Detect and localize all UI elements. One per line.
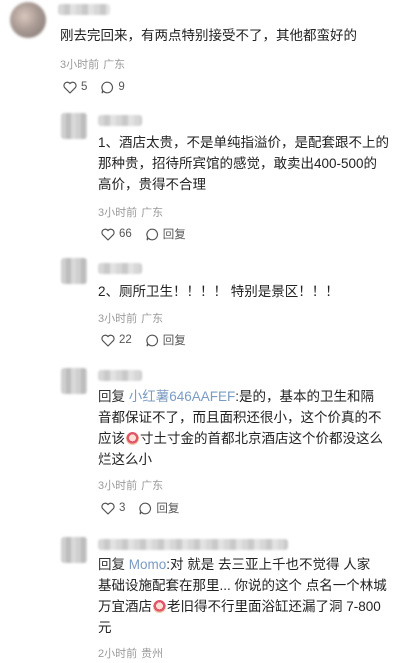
mention-link[interactable]: 小红薯646AAFEF: [129, 389, 236, 404]
reply-meta: 2小时前 贵州: [98, 648, 164, 660]
avatar[interactable]: [61, 113, 87, 139]
reply-text: 1、酒店太贵，不是单纯指溢价，是配套跟不上的 那种贵，招待所宾馆的感觉，敢卖出4…: [98, 135, 390, 192]
reply-text: 回复 Momo:对 就是 去三亚上千也不觉得 人家 基础设施配套在那里... 你…: [98, 557, 387, 635]
crying-face-emoji: [126, 432, 139, 445]
reply-actions: 66 回复: [101, 226, 200, 242]
username-blurred[interactable]: [98, 370, 142, 381]
comment-text: 刚去完回来，有两点特别接受不了，其他都蛮好的: [60, 28, 357, 43]
like-button[interactable]: 66: [101, 228, 132, 241]
heart-outline-icon: [101, 334, 115, 347]
speech-bubble-icon: [101, 81, 114, 93]
reply-button[interactable]: 回复: [139, 500, 179, 516]
username-blurred[interactable]: [98, 539, 288, 550]
avatar[interactable]: [10, 2, 46, 38]
like-button[interactable]: 5: [63, 81, 87, 94]
reply-meta: 3小时前 广东: [98, 207, 164, 219]
username-blurred[interactable]: [58, 4, 110, 15]
mention-link[interactable]: Momo: [129, 557, 167, 572]
username-blurred[interactable]: [98, 115, 142, 126]
heart-outline-icon: [101, 502, 115, 515]
comment-actions: 5 9: [63, 79, 139, 95]
speech-bubble-icon: [146, 334, 158, 346]
avatar[interactable]: [61, 368, 87, 394]
reply-text: 2、厕所卫生！！！！ 特别是景区！！！: [98, 284, 339, 299]
crying-face-emoji: [153, 600, 166, 613]
reply-actions: 22 回复: [101, 332, 200, 348]
heart-outline-icon: [101, 228, 115, 241]
comment-button[interactable]: 9: [101, 81, 125, 94]
reply-button[interactable]: 回复: [146, 332, 186, 348]
avatar[interactable]: [61, 537, 87, 563]
reply-meta: 3小时前 广东: [98, 313, 164, 325]
reply-meta: 3小时前 广东: [98, 480, 164, 492]
avatar[interactable]: [61, 258, 87, 284]
reply-text: 回复 小红薯646AAFEF:是的，基本的卫生和隔 音都保证不了，而且面积还很小…: [98, 389, 383, 467]
comment-meta: 3小时前 广东: [60, 59, 126, 71]
like-button[interactable]: 22: [101, 334, 132, 347]
heart-outline-icon: [63, 81, 77, 94]
username-blurred[interactable]: [98, 263, 142, 274]
speech-bubble-icon: [139, 502, 152, 514]
reply-actions: 3 回复: [101, 500, 193, 516]
speech-bubble-icon: [146, 228, 158, 240]
like-button[interactable]: 3: [101, 502, 125, 515]
reply-button[interactable]: 回复: [146, 226, 186, 242]
